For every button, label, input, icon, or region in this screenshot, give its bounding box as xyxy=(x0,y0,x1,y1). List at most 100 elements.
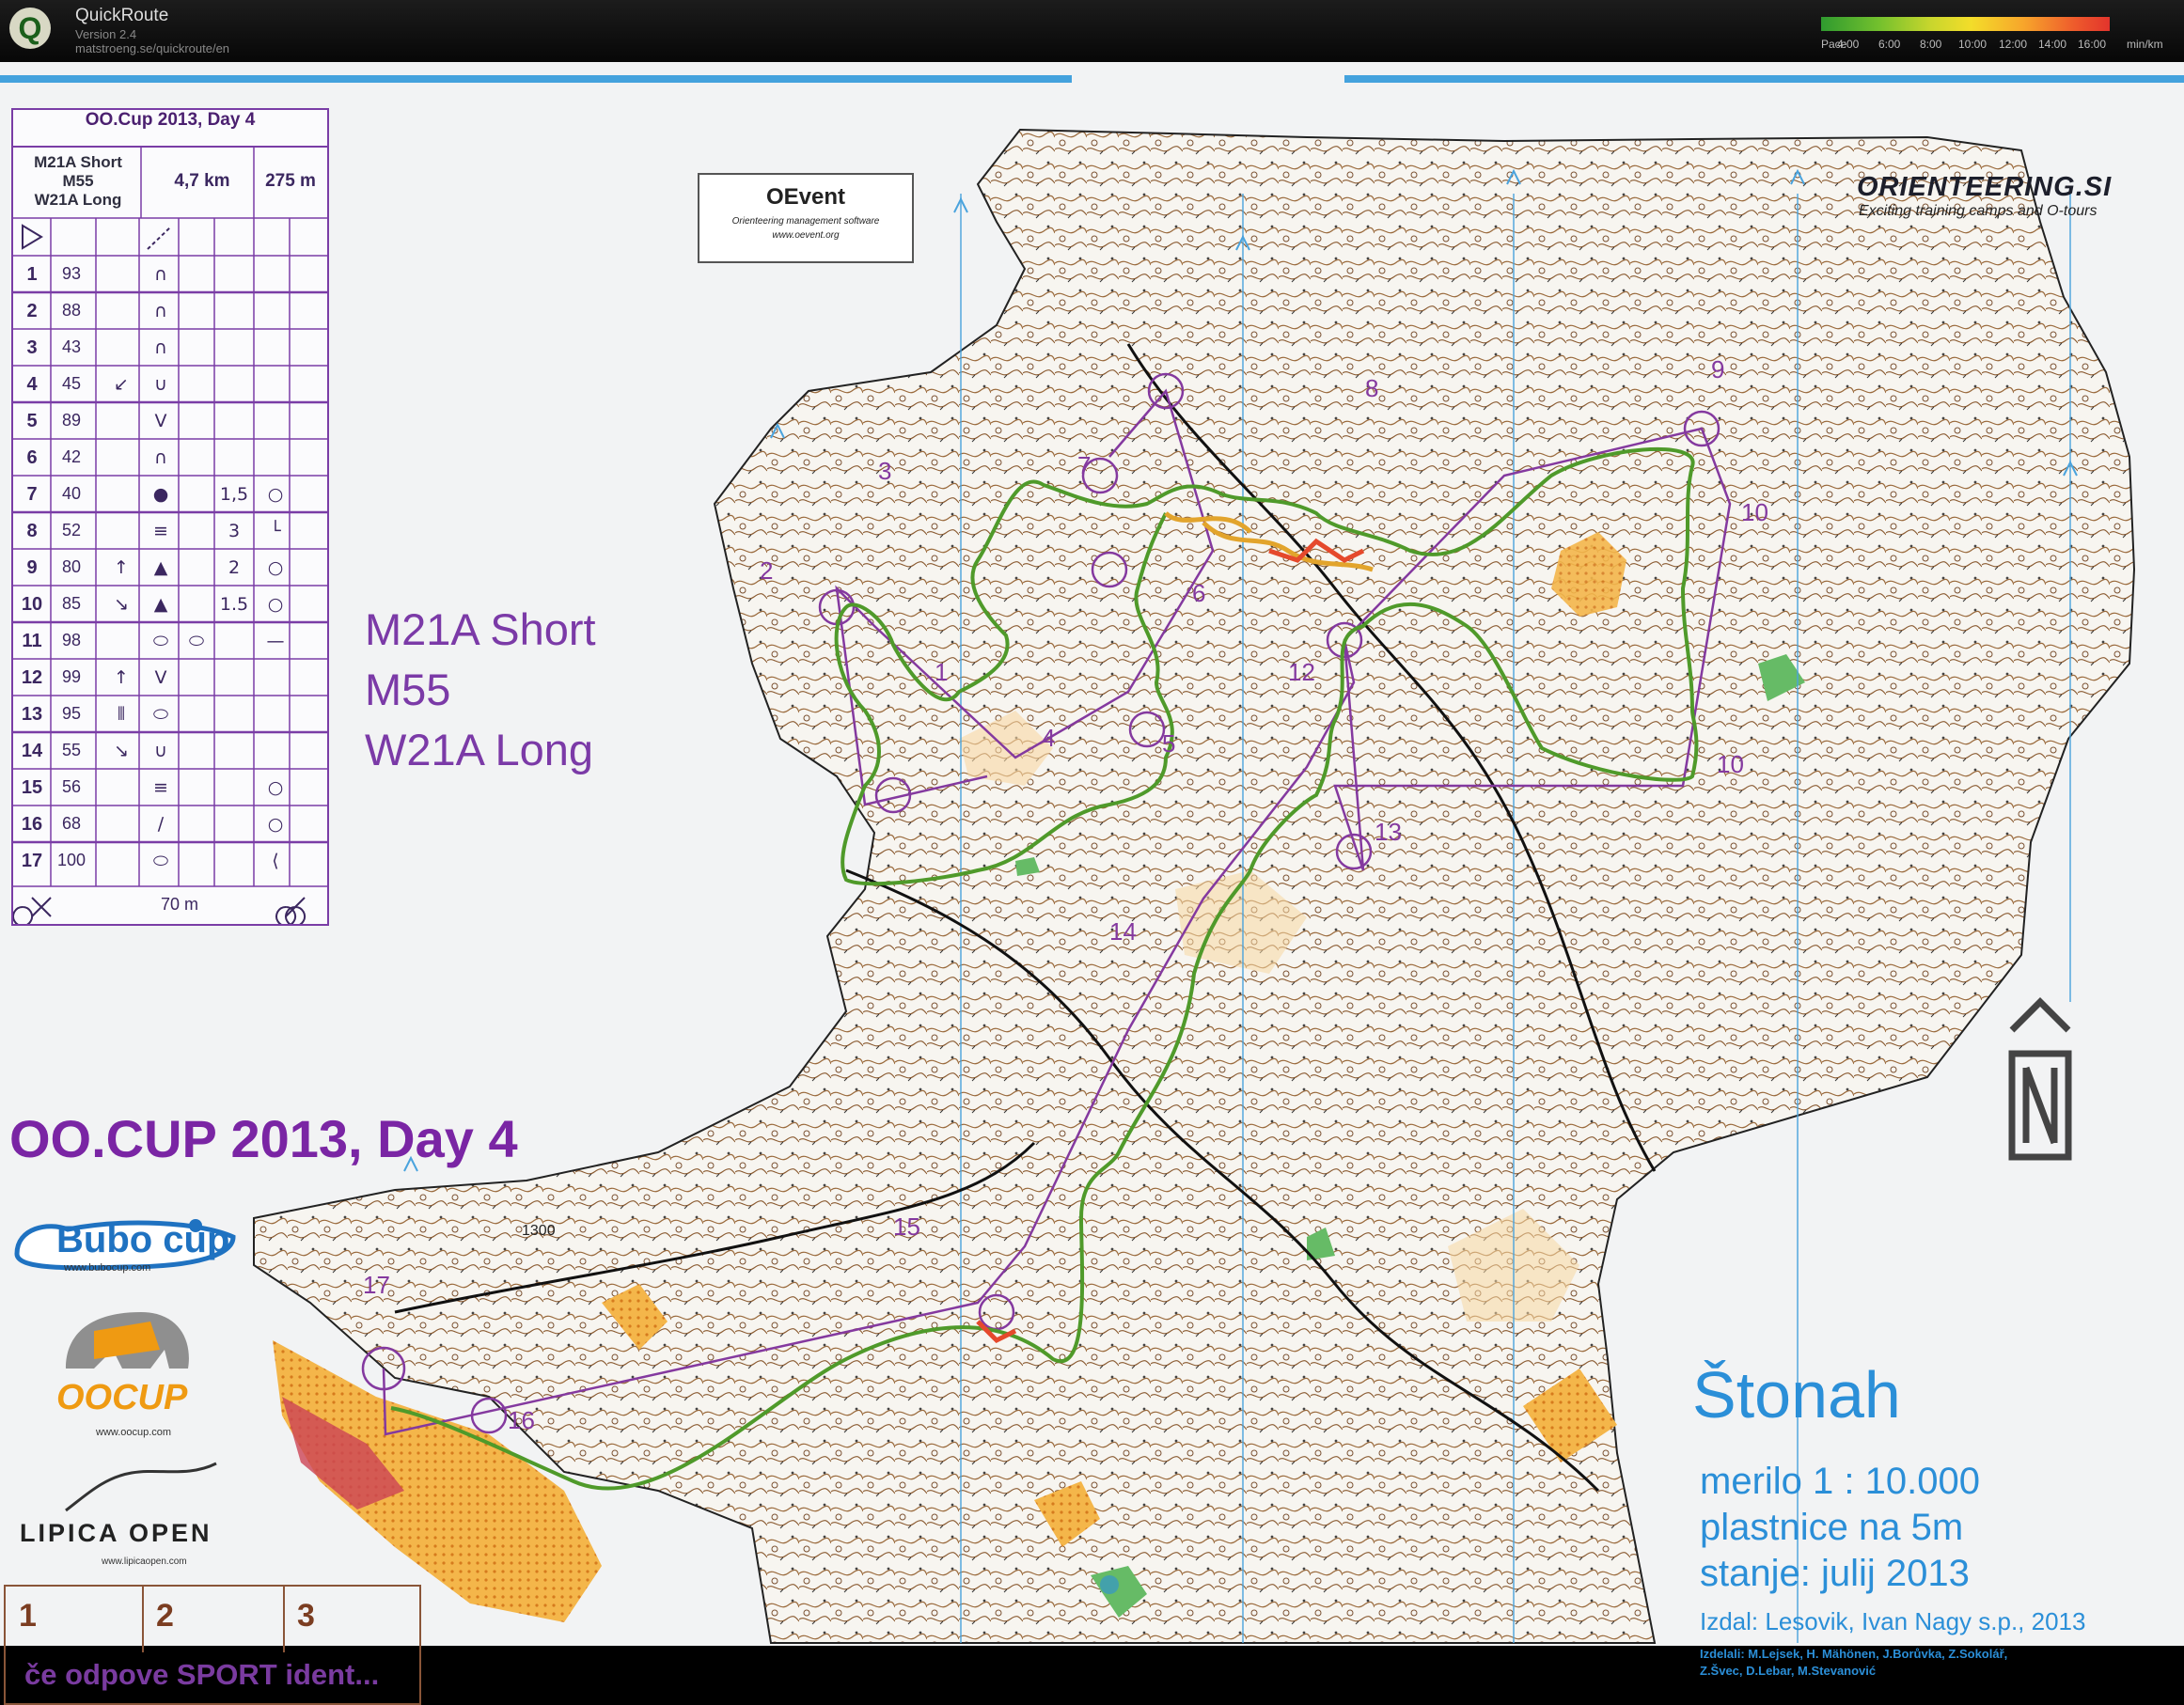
pace-tick: 6:00 xyxy=(1878,38,1901,51)
finish-distance: 70 m xyxy=(160,895,199,914)
control-feature-cell: ∩ xyxy=(154,264,167,285)
control-code-cell: 68 xyxy=(61,814,82,833)
map-publisher: Izdal: Lesovik, Ivan Nagy s.p., 2013 xyxy=(1700,1607,2086,1635)
control-feature-cell: ∪ xyxy=(154,741,167,761)
control-number-cell: 14 xyxy=(21,741,43,761)
north-arrow-icon xyxy=(2008,997,2072,1161)
sport-ident-number: 3 xyxy=(297,1598,315,1634)
control-card-class: M21A Short xyxy=(34,153,122,171)
map-contour-interval: plastnice na 5m xyxy=(1700,1507,1964,1548)
pace-color-scale xyxy=(1821,17,2110,31)
control-number: 5 xyxy=(1162,729,1176,758)
control-number: 9 xyxy=(1711,355,1725,383)
control-feature-cell: ▲ xyxy=(153,594,168,615)
control-feature-cell: ⬭ xyxy=(152,631,169,651)
control-number-cell: 10 xyxy=(21,594,43,615)
control-number-cell: 11 xyxy=(22,631,42,651)
oocup-url: www.oocup.com xyxy=(96,1427,172,1438)
control-location-cell: ○ xyxy=(267,814,284,835)
control-number-cell: 3 xyxy=(26,337,38,358)
control-code-cell: 40 xyxy=(61,484,82,503)
lipica-horse-icon xyxy=(65,1462,217,1512)
class-label: M55 xyxy=(365,665,451,714)
control-number-cell: 4 xyxy=(26,374,38,395)
control-feature-cell: ∩ xyxy=(154,337,167,358)
map-name: Štonah xyxy=(1692,1358,1901,1431)
control-code-cell: 85 xyxy=(61,594,82,613)
control-feature-cell: ∕ xyxy=(157,814,165,835)
control-number: 4 xyxy=(1042,724,1056,752)
control-appearance-cell: ⬭ xyxy=(188,631,205,651)
control-feature-cell: ∩ xyxy=(154,447,167,468)
control-number: 10 xyxy=(1741,498,1768,526)
control-location-cell: — xyxy=(266,631,285,651)
control-location-cell: ○ xyxy=(267,484,284,505)
control-number-cell: 5 xyxy=(26,411,38,431)
control-direction-cell: ↙ xyxy=(114,374,129,395)
control-code-cell: 99 xyxy=(61,667,82,686)
control-number: 8 xyxy=(1365,374,1379,402)
control-number-cell: 17 xyxy=(21,851,43,871)
control-number: 17 xyxy=(363,1271,390,1299)
control-code-cell: 89 xyxy=(61,411,82,430)
control-feature-cell: ∩ xyxy=(154,301,167,321)
control-direction-cell: ↘ xyxy=(114,741,129,761)
control-code-cell: 88 xyxy=(61,301,82,320)
control-dimension-cell: 3 xyxy=(228,521,241,541)
control-location-cell: ○ xyxy=(267,557,284,578)
control-location-cell: └ xyxy=(270,521,281,541)
control-feature-cell: V xyxy=(154,411,167,431)
control-dimension-cell: 1.5 xyxy=(219,594,249,615)
control-feature-cell: ⬭ xyxy=(152,851,169,871)
oocup-bear-icon xyxy=(66,1312,189,1369)
control-card-title: OO.Cup 2013, Day 4 xyxy=(13,110,327,148)
oevent-url: www.oevent.org xyxy=(772,230,840,241)
class-label: W21A Long xyxy=(365,725,594,774)
control-card-grid xyxy=(13,148,327,924)
bubo-cup-url: www.bubocup.com xyxy=(64,1262,151,1274)
control-number-cell: 16 xyxy=(21,814,43,835)
sport-ident-box: 1 2 3 če odpove SPORT ident... xyxy=(4,1585,421,1705)
course-climb: 275 m xyxy=(265,171,316,191)
pace-tick: 8:00 xyxy=(1920,38,1942,51)
control-number: 7 xyxy=(1077,451,1092,479)
control-feature-cell: ∪ xyxy=(154,374,167,395)
control-number-cell: 1 xyxy=(26,264,38,285)
control-feature-cell: V xyxy=(154,667,167,688)
map-border xyxy=(0,75,1072,83)
control-dimension-cell: 2 xyxy=(228,557,241,578)
app-titlebar: Q QuickRoute Version 2.4 matstroeng.se/q… xyxy=(0,0,2184,62)
map-status: stanje: julij 2013 xyxy=(1700,1553,1970,1594)
control-number-cell: 7 xyxy=(26,484,38,505)
pace-tick: 14:00 xyxy=(2038,38,2067,51)
control-number-cell: 6 xyxy=(26,447,38,468)
bubo-cup-name: Bubo cup xyxy=(56,1219,230,1260)
control-feature-cell: ● xyxy=(152,484,169,505)
control-number: 15 xyxy=(893,1212,920,1241)
map-credits: Z.Švec, D.Lebar, M.Stevanović xyxy=(1700,1664,1877,1678)
control-code-cell: 55 xyxy=(61,741,82,759)
control-number-cell: 8 xyxy=(26,521,38,541)
quickroute-logo-icon: Q xyxy=(9,8,51,49)
app-url[interactable]: matstroeng.se/quickroute/en xyxy=(75,41,229,55)
lipica-open-url: www.lipicaopen.com xyxy=(102,1556,187,1567)
control-card-classes: M21A Short M55 W21A Long xyxy=(15,153,141,210)
control-number: 13 xyxy=(1375,818,1402,846)
map-credits: Izdelali: M.Lejsek, H. Mähönen, J.Borůvk… xyxy=(1700,1647,2008,1661)
control-feature-cell: ≡ xyxy=(153,521,168,541)
control-code-cell: 45 xyxy=(61,374,82,393)
control-number: 12 xyxy=(1288,658,1315,686)
course-length: 4,7 km xyxy=(174,171,230,191)
control-number: 1 xyxy=(935,658,949,686)
control-feature-cell: ⬭ xyxy=(152,704,169,725)
oocup-name: OOCUP xyxy=(56,1378,188,1417)
control-location-cell: ○ xyxy=(267,594,284,615)
control-code-cell: 56 xyxy=(61,777,82,796)
control-card-class: W21A Long xyxy=(34,191,122,209)
oevent-name: OEvent xyxy=(765,184,846,210)
control-number: 2 xyxy=(760,556,774,585)
control-location-cell: ○ xyxy=(267,777,284,798)
orienteering-si-tagline: Exciting training camps and O-tours xyxy=(1859,203,2098,219)
control-number: 6 xyxy=(1192,579,1206,607)
control-location-cell: ⟨ xyxy=(272,851,279,871)
